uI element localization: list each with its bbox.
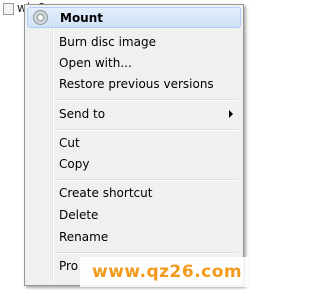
menu-item-restore-previous-versions[interactable]: Restore previous versions [27,74,241,95]
menu-item-label: Copy [59,157,90,171]
menu-item-label: Send to [59,107,106,121]
disc-icon [33,10,48,25]
menu-item-label: Cut [59,136,80,150]
menu-item-label: Restore previous versions [59,77,214,91]
menu-item-create-shortcut[interactable]: Create shortcut [27,183,241,204]
menu-item-label: Rename [59,230,109,244]
menu-item-cut[interactable]: Cut [27,133,241,154]
menu-item-label: Burn disc image [59,35,156,49]
menu-item-label: Mount [60,11,104,25]
menu-separator [55,252,239,254]
watermark: www.qz26.com [80,257,248,287]
menu-item-label: Pro [59,259,79,273]
file-icon [3,3,14,15]
submenu-arrow-icon [229,110,233,118]
screenshot: win8 Mount Burn disc image Open with... … [0,0,250,290]
menu-item-label: Create shortcut [59,186,153,200]
menu-item-delete[interactable]: Delete [27,205,241,226]
context-menu: Mount Burn disc image Open with... Resto… [24,4,244,286]
menu-separator [55,179,239,181]
menu-item-send-to[interactable]: Send to [27,104,241,125]
menu-separator [55,129,239,131]
menu-item-label: Open with... [59,56,132,70]
menu-item-label: Delete [59,208,99,222]
menu-item-mount[interactable]: Mount [27,7,241,28]
menu-item-rename[interactable]: Rename [27,227,241,248]
watermark-text: www.qz26.com [92,262,243,282]
menu-item-burn-disc-image[interactable]: Burn disc image [27,32,241,53]
menu-item-open-with[interactable]: Open with... [27,53,241,74]
menu-separator [55,99,239,101]
menu-item-copy[interactable]: Copy [27,154,241,175]
